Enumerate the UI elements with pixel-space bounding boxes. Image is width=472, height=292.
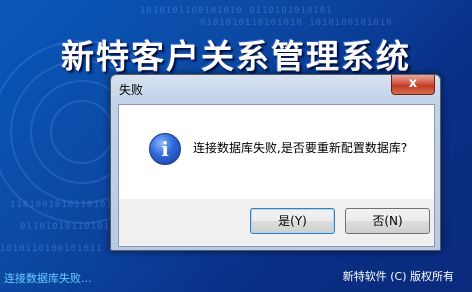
copyright-text: 新特软件 (C) 版权所有 — [342, 270, 454, 283]
dialog-body: i 连接数据库失败,是否要重新配置数据库? 是(Y) 否(N) — [118, 104, 435, 247]
binary-text: 1010101100101010 0110101010101 — [140, 6, 333, 16]
info-icon: i — [149, 133, 181, 165]
yes-button[interactable]: 是(Y) — [250, 208, 335, 234]
status-text: 连接数据库失败... — [4, 272, 92, 285]
error-dialog: 失败 x i 连接数据库失败,是否要重新配置数据库? 是(Y) 否(N) — [110, 74, 441, 251]
close-icon: x — [408, 76, 418, 91]
message-area: i 连接数据库失败,是否要重新配置数据库? — [119, 105, 434, 199]
binary-text: 0101010110101010 1010100101010 — [200, 18, 393, 28]
dialog-message: 连接数据库失败,是否要重新配置数据库? — [193, 141, 408, 155]
close-button[interactable]: x — [391, 75, 435, 95]
app-title: 新特客户关系管理系统 — [61, 37, 411, 76]
no-button[interactable]: 否(N) — [345, 208, 430, 234]
dialog-title: 失败 — [119, 83, 144, 97]
